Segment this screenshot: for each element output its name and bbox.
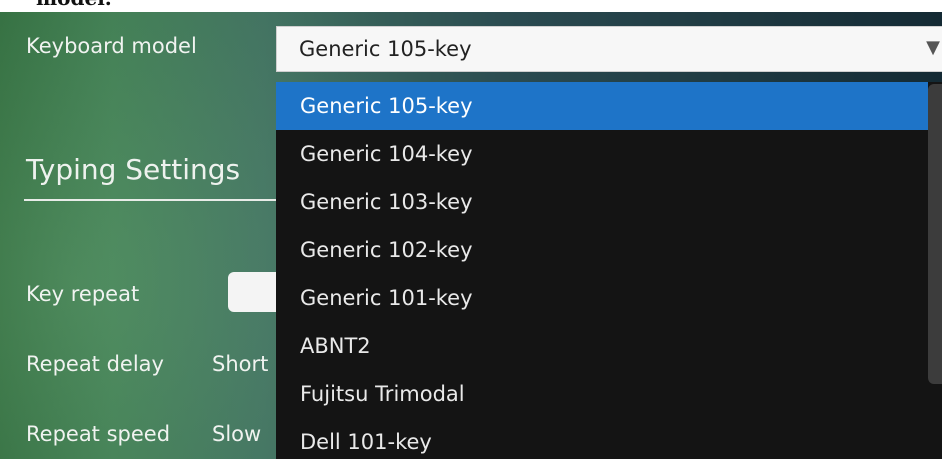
repeat-speed-min-label: Slow [212, 422, 262, 446]
dropdown-option[interactable]: Generic 105-key [276, 82, 928, 130]
repeat-delay-min-label: Short [212, 352, 269, 376]
section-divider [24, 199, 284, 201]
repeat-speed-label: Repeat speed [26, 422, 171, 446]
keyboard-model-label: Keyboard model [26, 34, 197, 58]
keyboard-model-combobox[interactable]: Generic 105-key ▼ [276, 26, 942, 72]
dropdown-option[interactable]: Generic 102-key [276, 226, 928, 274]
triangle-down-icon: ▼ [926, 37, 940, 58]
dropdown-scrollbar[interactable] [928, 84, 942, 384]
dropdown-option[interactable]: ABNT2 [276, 322, 928, 370]
dropdown-option[interactable]: Dell 101-key [276, 418, 928, 459]
top-partial-text-strip: model. [0, 0, 942, 12]
typing-settings-title: Typing Settings [26, 153, 241, 186]
keyboard-model-dropdown: Generic 105-key Generic 104-key Generic … [276, 82, 942, 459]
dropdown-option[interactable]: Generic 104-key [276, 130, 928, 178]
dropdown-option[interactable]: Fujitsu Trimodal [276, 370, 928, 418]
top-partial-text: model. [36, 0, 112, 10]
dropdown-option[interactable]: Generic 103-key [276, 178, 928, 226]
key-repeat-label: Key repeat [26, 282, 140, 306]
repeat-delay-label: Repeat delay [26, 352, 164, 376]
keyboard-model-value: Generic 105-key [299, 37, 472, 61]
dropdown-option[interactable]: Generic 101-key [276, 274, 928, 322]
